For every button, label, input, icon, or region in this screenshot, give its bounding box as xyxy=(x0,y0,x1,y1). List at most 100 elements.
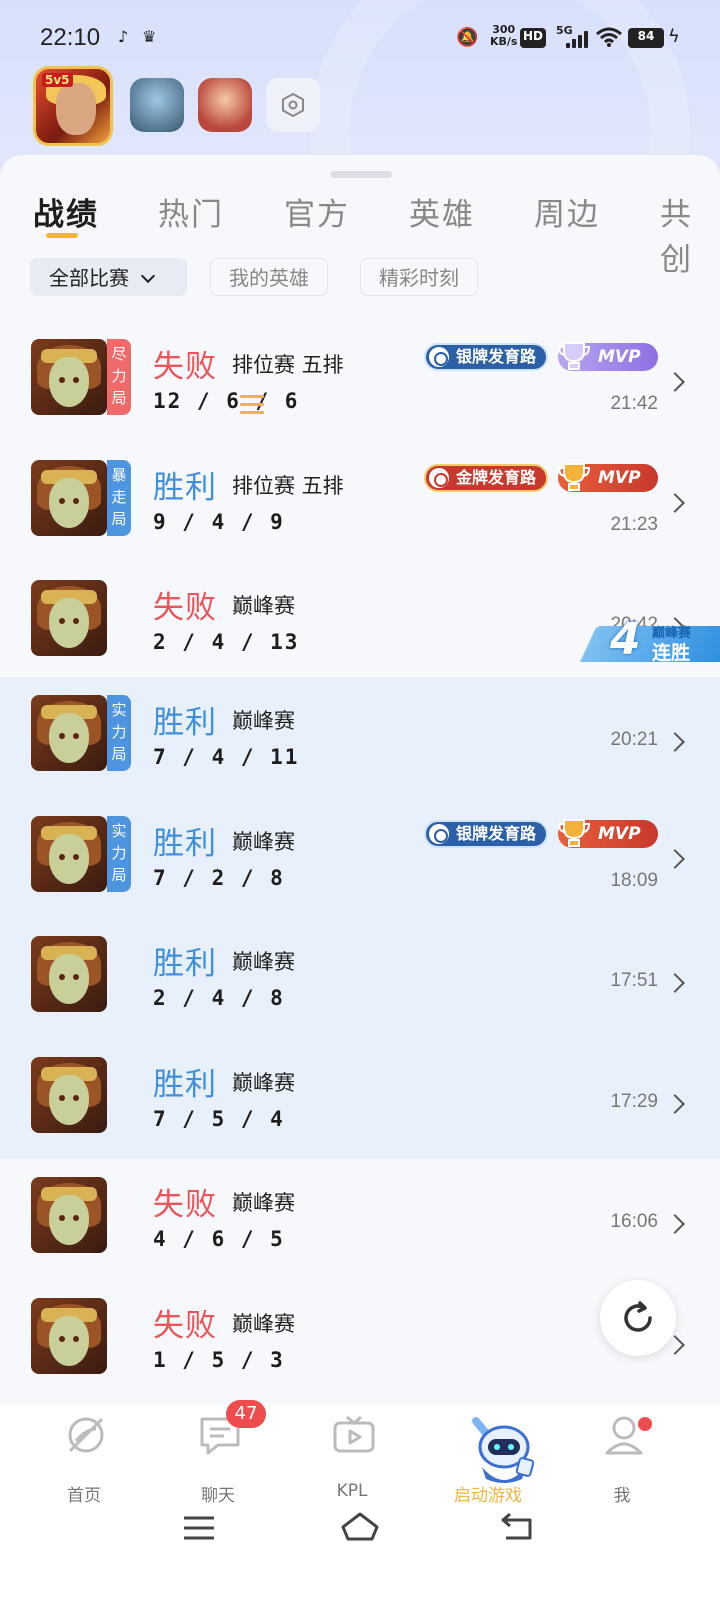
refresh-button[interactable] xyxy=(600,1280,676,1356)
status-time: 22:10 xyxy=(40,24,101,51)
filter-all-label: 全部比赛 xyxy=(49,266,129,290)
nav-launch-game-label: 启动游戏 xyxy=(454,1486,522,1506)
mute-bell-icon: 🔕 xyxy=(456,27,479,48)
filter-highlights[interactable]: 精彩时刻 xyxy=(360,258,478,296)
music-icon: ♪ xyxy=(118,27,129,46)
game-switcher: 5v5 xyxy=(0,66,720,146)
nav-launch-game[interactable]: 启动游戏 xyxy=(428,1405,548,1515)
nav-chat-label: 聊天 xyxy=(201,1486,235,1506)
match-mode: 巅峰赛 xyxy=(232,1312,295,1336)
filter-my-heroes[interactable]: 我的英雄 xyxy=(210,258,328,296)
trophy-icon xyxy=(558,342,590,370)
nav-me-label: 我 xyxy=(613,1486,631,1506)
mvp-label: MVP xyxy=(598,468,641,488)
match-row[interactable]: 胜利 巅峰赛 7 / 5 / 4 17:29 xyxy=(0,1039,720,1161)
match-row[interactable]: 尽力局 失败 排位赛 五排 12 / 6 / 6 21:42 银牌发育路 MVP xyxy=(0,321,720,443)
nav-home-label: 首页 xyxy=(67,1486,101,1506)
tab-official[interactable]: 官方 xyxy=(284,189,350,234)
match-row[interactable]: 实力局 胜利 巅峰赛 7 / 2 / 8 18:09 银牌发育路 MVP xyxy=(0,798,720,920)
tab-records[interactable]: 战绩 xyxy=(33,189,99,234)
mvp-label: MVP xyxy=(598,347,641,367)
mvp-label: MVP xyxy=(598,824,641,844)
match-kda: 7 / 5 / 4 xyxy=(153,1107,285,1131)
nav-chat[interactable]: 47 聊天 xyxy=(158,1400,278,1515)
match-kda: 1 / 5 / 3 xyxy=(153,1348,285,1372)
hero-avatar xyxy=(31,936,107,1012)
chat-unread-badge: 47 xyxy=(226,1400,266,1428)
match-mode: 巅峰赛 xyxy=(232,594,295,618)
hero-avatar xyxy=(31,1298,107,1374)
nav-kpl-label: KPL xyxy=(336,1481,368,1501)
match-mode: 巅峰赛 xyxy=(232,1071,295,1095)
match-row[interactable]: 暴走局 胜利 排位赛 五排 9 / 4 / 9 21:23 金牌发育路 MVP xyxy=(0,442,720,564)
tab-indicator xyxy=(46,233,78,238)
match-kda: 4 / 6 / 5 xyxy=(153,1227,285,1251)
game-two[interactable] xyxy=(130,78,184,132)
hero-avatar xyxy=(31,1177,107,1253)
net-speed: 300 KB/s xyxy=(490,24,517,48)
match-kda: 2 / 4 / 13 xyxy=(153,630,300,654)
match-kda: 7 / 2 / 8 xyxy=(153,866,285,890)
nav-me[interactable]: 我 xyxy=(562,1405,682,1515)
back-icon[interactable] xyxy=(500,1511,534,1541)
tv-icon xyxy=(333,1415,375,1453)
home-nav-icon[interactable] xyxy=(340,1511,380,1541)
tab-heroes[interactable]: 英雄 xyxy=(409,189,475,234)
match-mode: 排位赛 五排 xyxy=(232,474,344,498)
match-kda: 2 / 4 / 8 xyxy=(153,986,285,1010)
chevron-right-icon xyxy=(665,493,685,513)
match-row[interactable]: 实力局 胜利 巅峰赛 7 / 4 / 11 20:21 xyxy=(0,677,720,799)
match-result: 失败 xyxy=(153,1187,217,1223)
match-mode: 巅峰赛 xyxy=(232,1191,295,1215)
trophy-icon xyxy=(558,463,590,491)
chevron-right-icon xyxy=(665,973,685,993)
sheet-handle[interactable] xyxy=(330,171,392,178)
nav-home[interactable]: 首页 xyxy=(24,1405,144,1515)
mvp-tag: MVP xyxy=(558,819,658,848)
win-streak-ribbon: 4 巅峰赛 连胜 xyxy=(580,614,720,665)
match-result: 失败 xyxy=(153,1308,217,1344)
chevron-right-icon xyxy=(665,849,685,869)
signal-icon xyxy=(566,30,588,48)
match-result: 失败 xyxy=(153,349,217,385)
match-mode: 排位赛 五排 xyxy=(232,353,344,377)
lane-honor-tag: 金牌发育路 xyxy=(424,464,549,492)
charging-icon: ϟ xyxy=(668,26,680,47)
menu-icon[interactable] xyxy=(182,1515,216,1541)
match-quality-badge: 暴走局 xyxy=(107,460,131,536)
tab-hot[interactable]: 热门 xyxy=(158,189,224,234)
tab-merch[interactable]: 周边 xyxy=(534,189,600,234)
match-row[interactable]: 胜利 巅峰赛 2 / 4 / 8 17:51 xyxy=(0,918,720,1040)
filter-all-matches[interactable]: 全部比赛 xyxy=(30,258,187,296)
battery-level: 84 xyxy=(628,28,664,48)
match-mode: 巅峰赛 xyxy=(232,709,295,733)
mvp-tag: MVP xyxy=(558,342,658,371)
lane-honor-label: 银牌发育路 xyxy=(456,824,537,843)
match-result: 胜利 xyxy=(153,705,217,741)
match-result: 胜利 xyxy=(153,946,217,982)
bottom-nav: 首页 47 聊天 KPL 启动游戏 我 xyxy=(0,1400,720,1515)
record-sheet: 战绩 热门 官方 英雄 周边 共创 全部比赛 我的英雄 精彩时刻 尽力局 失败 排位… xyxy=(0,155,720,1405)
home-icon xyxy=(68,1417,104,1453)
match-result: 胜利 xyxy=(153,470,217,506)
game-honor-of-kings[interactable]: 5v5 xyxy=(33,66,113,146)
match-quality-badge: 实力局 xyxy=(107,816,131,892)
game-manage-button[interactable] xyxy=(266,78,320,132)
hero-avatar xyxy=(31,1057,107,1133)
lane-honor-tag: 银牌发育路 xyxy=(424,343,549,371)
hexagon-icon xyxy=(282,93,304,117)
match-time: 17:51 xyxy=(610,970,658,991)
crown-icon: ♛ xyxy=(142,27,157,46)
match-row[interactable]: 失败 巅峰赛 4 / 6 / 5 16:06 xyxy=(0,1159,720,1281)
net-speed-unit: KB/s xyxy=(490,35,518,48)
refresh-icon xyxy=(624,1301,652,1332)
tab-cocreate[interactable]: 共创 xyxy=(660,189,720,279)
status-bar: 22:10 ♪ ♛ 🔕 300 KB/s HD 5G 84 ϟ xyxy=(0,0,720,70)
robot-icon xyxy=(472,1417,534,1483)
nav-kpl[interactable]: KPL xyxy=(292,1405,412,1515)
match-quality-badge: 实力局 xyxy=(107,695,131,771)
match-time: 21:23 xyxy=(610,514,658,535)
streak-label: 连胜 xyxy=(652,642,691,664)
game-three[interactable] xyxy=(198,78,252,132)
match-mode: 巅峰赛 xyxy=(232,830,295,854)
